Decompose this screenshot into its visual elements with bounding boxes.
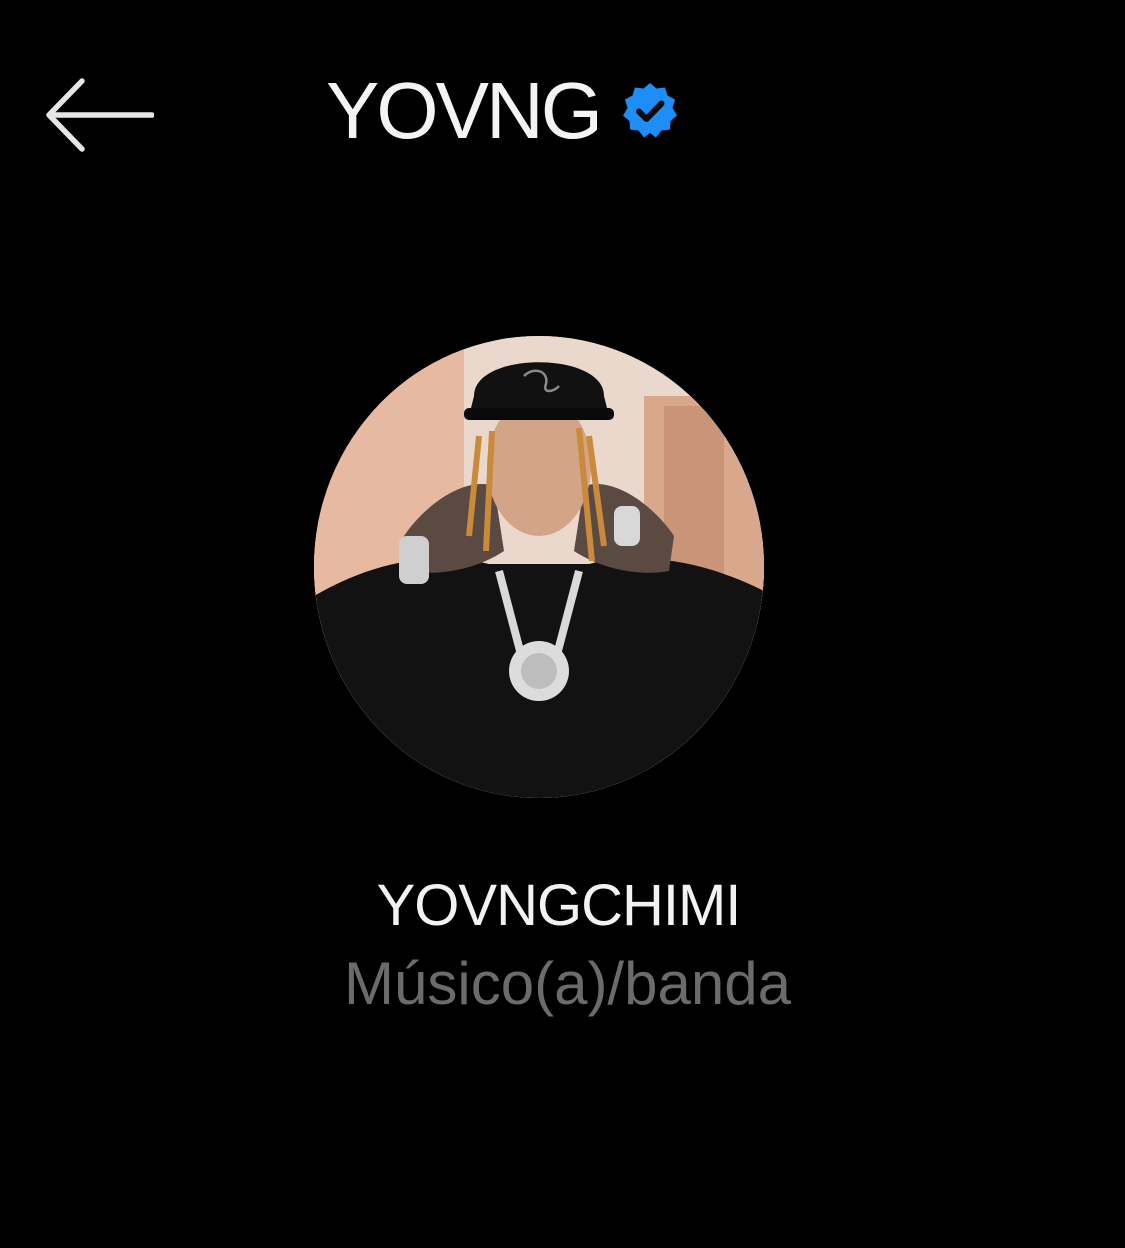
verified-badge-icon: [622, 83, 677, 138]
top-bar: YOVNG: [0, 0, 1125, 230]
back-button[interactable]: [38, 70, 158, 160]
arrow-left-icon: [46, 78, 154, 152]
profile-photo: [314, 336, 764, 798]
header-title: YOVNG: [326, 66, 680, 156]
page-title: YOVNG: [326, 66, 603, 155]
profile-avatar[interactable]: [314, 336, 764, 798]
profile-name: YOVNGCHIMI: [376, 873, 742, 938]
profile-info: YOVNGCHIMI Músico(a)/banda: [0, 868, 1125, 1024]
profile-category: Músico(a)/banda: [344, 950, 791, 1017]
